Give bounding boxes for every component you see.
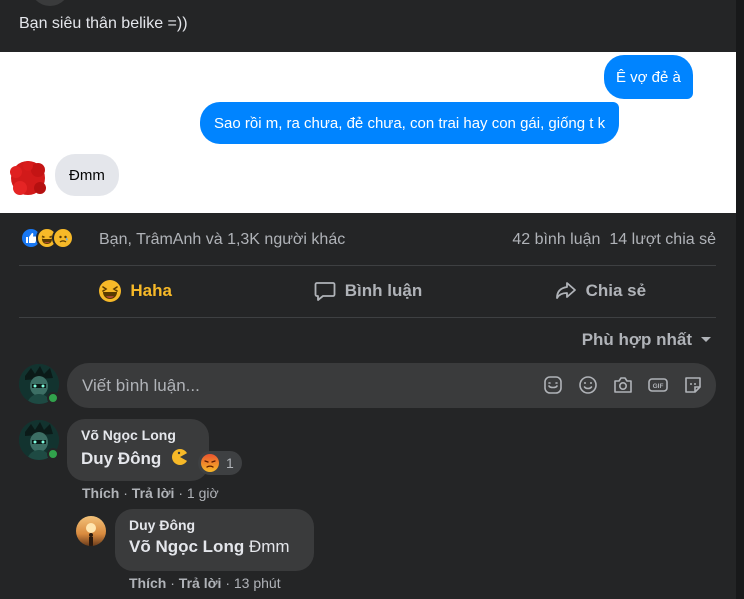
post-image[interactable]: Ê vợ đẻ à Sao rồi m, ra chưa, đẻ chưa, c… [0,52,736,213]
reply-link[interactable]: Trả lời [132,485,175,501]
online-indicator [47,448,59,460]
comment-reaction-badge[interactable]: 1 [198,451,242,475]
reply-mention[interactable]: Võ Ngọc Long [129,537,244,556]
gif-icon[interactable]: GIF [647,374,669,396]
share-label: Chia sẻ [585,281,647,300]
chat-message-received: Đmm [55,154,119,196]
angry-icon [201,454,219,472]
sad-icon [52,227,74,249]
comment-button[interactable]: Bình luận [251,266,483,316]
sort-label: Phù hợp nhất [581,330,692,349]
post-caption: Bạn siêu thân belike =)) [19,15,188,32]
comment-meta: Thích · Trả lời · 1 giờ [82,485,219,501]
reply-body: Đmm [248,537,290,556]
sticker-icon[interactable] [542,374,564,396]
comment-bubble: Võ Ngọc Long Duy Đông [67,419,209,481]
chat-message-sent: Ê vợ đẻ à [604,55,693,99]
reactors-text[interactable]: Bạn, TrâmAnh và 1,3K người khác [99,231,345,249]
like-link[interactable]: Thích [82,485,119,501]
reply-link[interactable]: Trả lời [179,575,222,591]
comment-author[interactable]: Võ Ngọc Long [81,427,195,443]
chat-message-sent: Sao rồi m, ra chưa, đẻ chưa, con trai ha… [200,102,620,144]
redacted-avatar-icon [10,161,46,195]
sort-dropdown[interactable]: Phù hợp nhất [582,330,712,350]
comment-count[interactable]: 42 bình luận [512,231,600,249]
reply-time[interactable]: 13 phút [234,575,281,591]
comment-input[interactable]: Viết bình luận... GIF [67,363,716,408]
post-card: Bạn siêu thân belike =)) Ê vợ đẻ à Sao r… [0,0,736,599]
reply-bubble: Duy Đông Võ Ngọc Long Đmm [115,509,314,571]
reply-author[interactable]: Duy Đông [129,517,300,533]
haha-button[interactable]: Haha [19,266,251,316]
haha-label: Haha [130,281,172,300]
online-indicator [47,392,59,404]
comment-time[interactable]: 1 giờ [187,485,219,501]
avatar-sticker-icon[interactable] [682,374,704,396]
haha-icon [99,280,122,302]
share-count[interactable]: 14 lượt chia sẻ [609,231,716,249]
chevron-down-icon [701,337,711,342]
svg-text:GIF: GIF [653,383,664,390]
reaction-summary[interactable] [20,227,74,249]
share-button[interactable]: Chia sẻ [484,266,716,316]
comment-label: Bình luận [344,281,423,300]
comment-icon [314,282,336,301]
like-link[interactable]: Thích [129,575,166,591]
post-stats: Bạn, TrâmAnh và 1,3K người khác 42 bình … [0,222,736,258]
emoji-icon[interactable] [577,374,599,396]
camera-icon[interactable] [612,374,634,396]
comment-mention[interactable]: Duy Đông [81,449,161,468]
poster-avatar[interactable] [30,0,70,6]
reply-text: Võ Ngọc Long Đmm [129,537,300,557]
post-actions: Haha Bình luận Chia sẻ [19,266,716,316]
page-background [736,0,744,599]
reply-avatar[interactable] [76,516,106,546]
pacman-emoji-icon [170,447,190,472]
comment-placeholder: Viết bình luận... [82,376,200,395]
comment-text: Duy Đông [81,447,195,472]
share-icon [555,282,576,299]
divider [19,317,716,318]
reply-meta: Thích · Trả lời · 13 phút [129,575,281,591]
reaction-count: 1 [226,455,234,471]
